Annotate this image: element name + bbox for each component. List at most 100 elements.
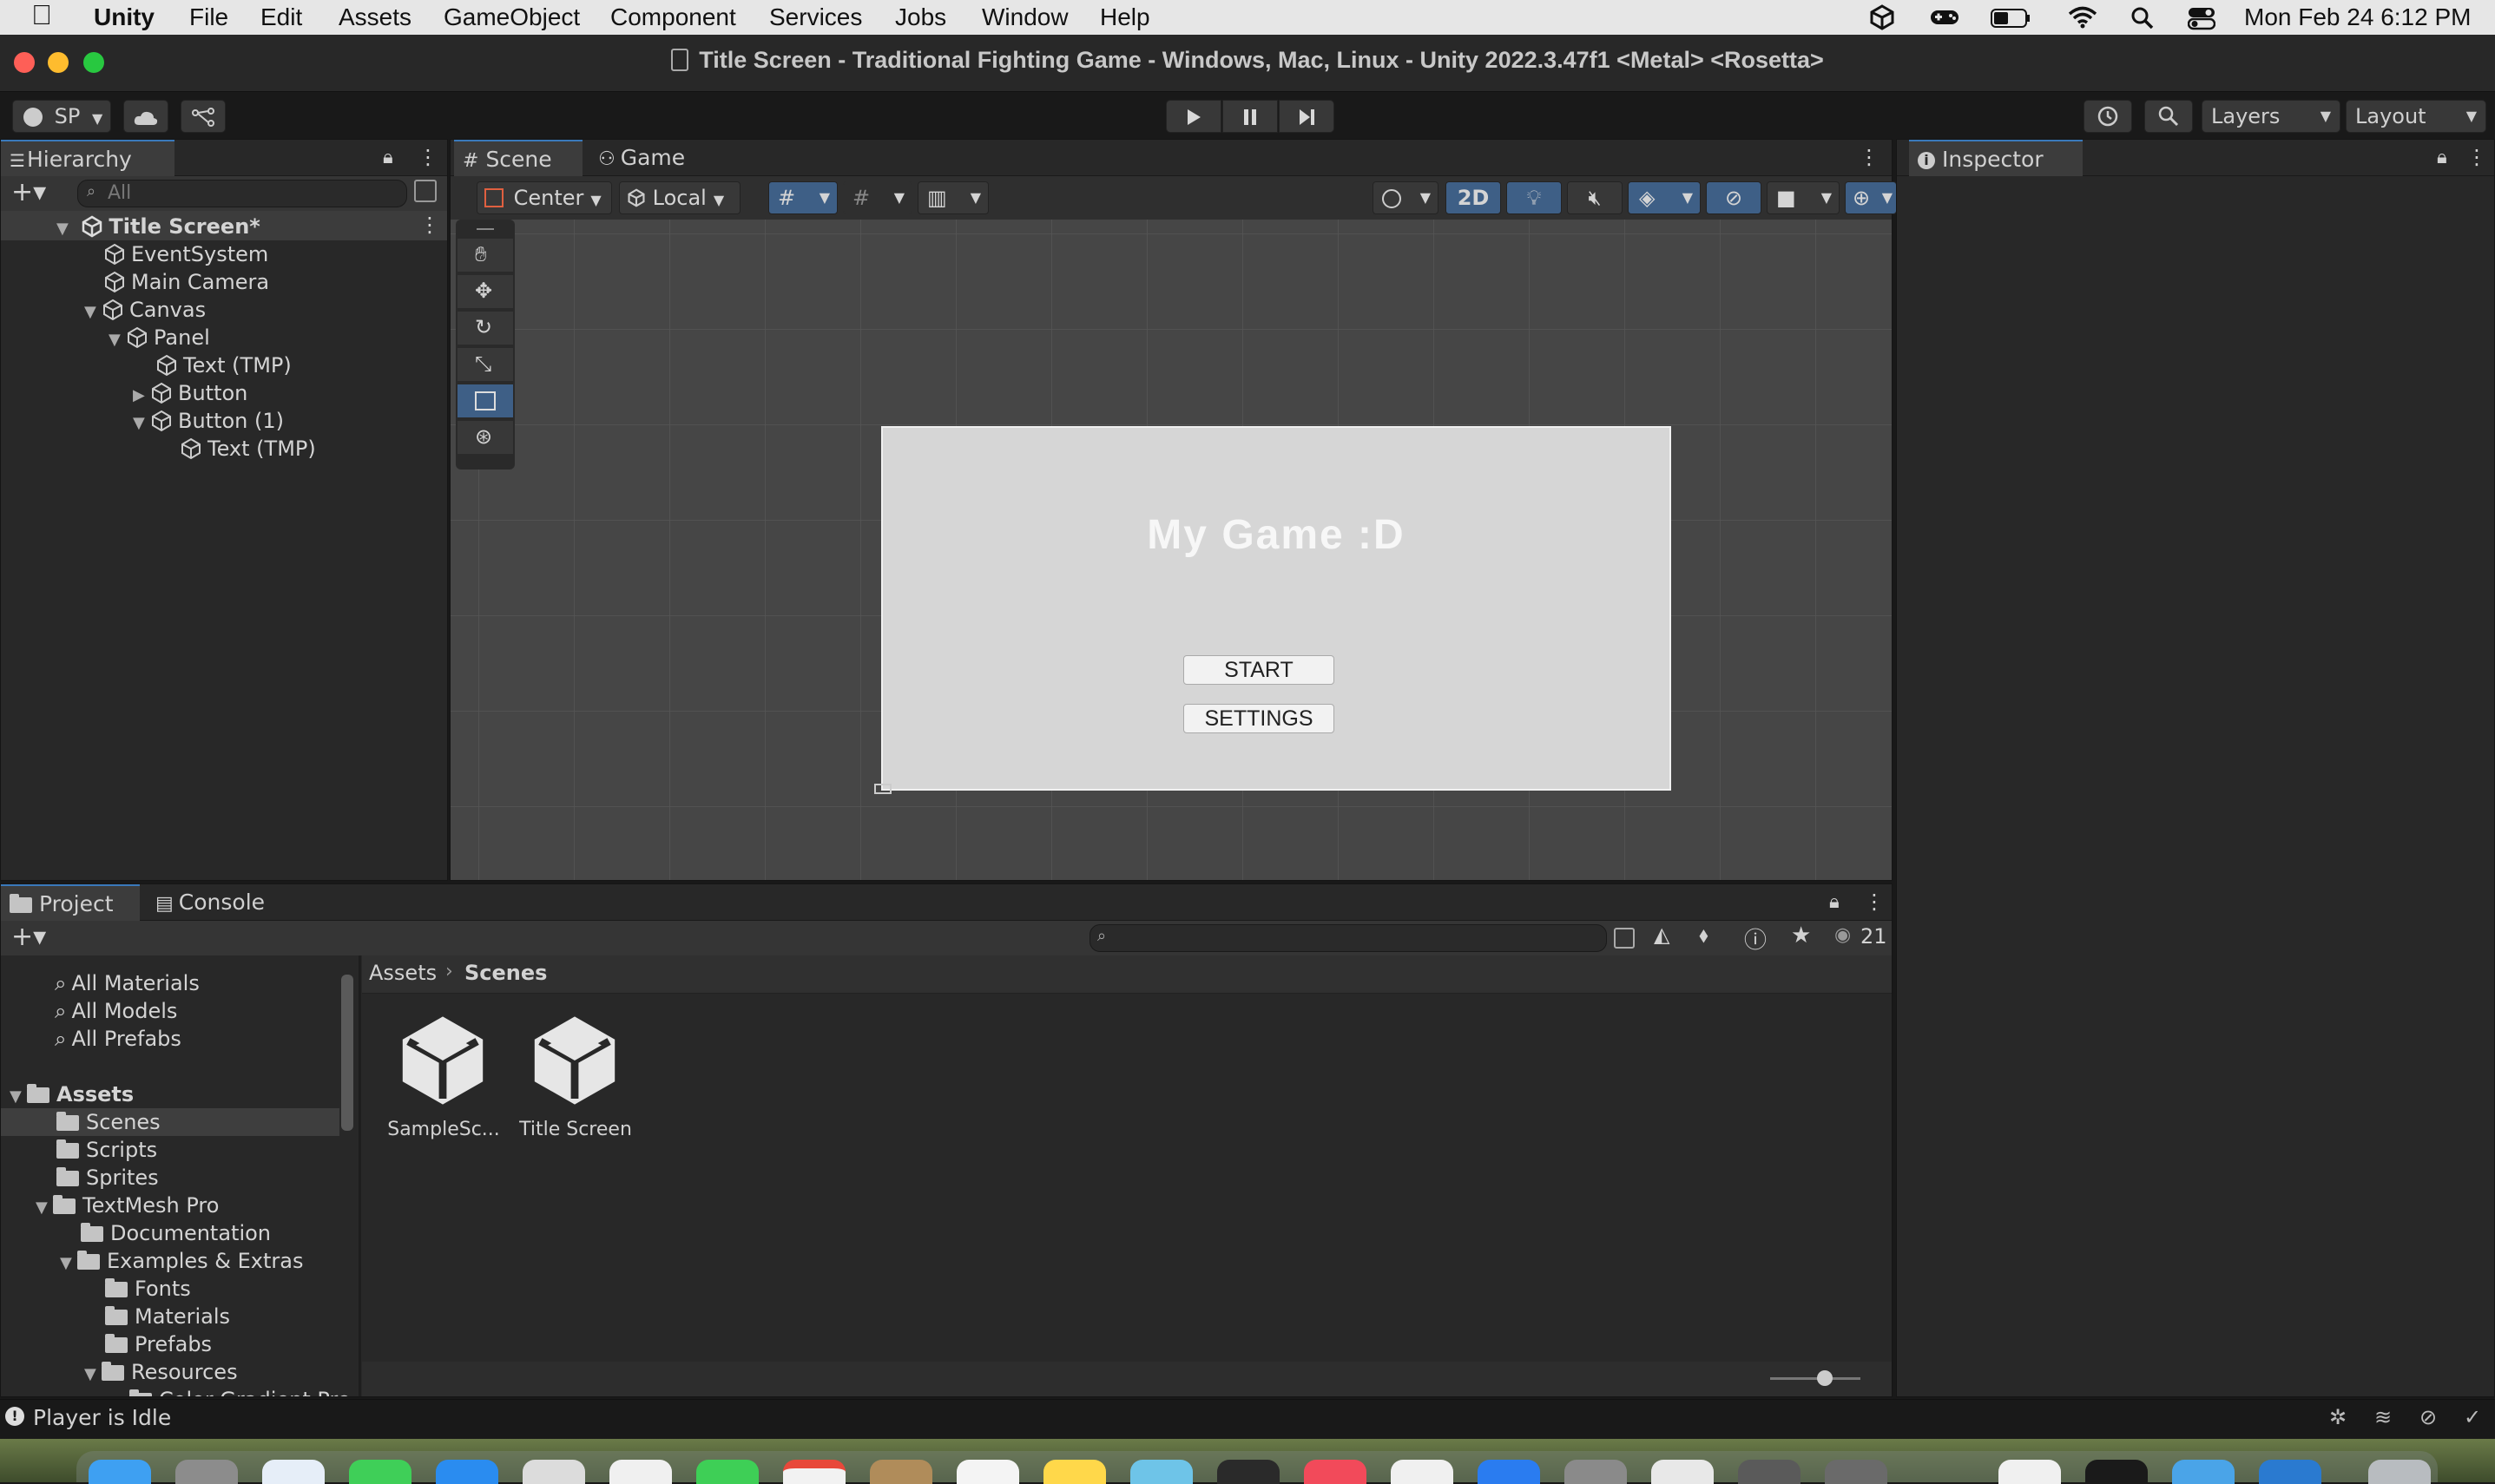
system-settings-icon[interactable] xyxy=(1564,1460,1627,1484)
effects-dropdown[interactable]: ◈ ▼ xyxy=(1628,181,1701,214)
tree-documentation[interactable]: Documentation xyxy=(81,1219,271,1247)
hierarchy-search-input[interactable]: ⌕ All xyxy=(77,180,407,207)
spotlight-search-icon[interactable] xyxy=(2130,6,2155,30)
hierarchy-item-button[interactable]: ▶ Button xyxy=(133,379,247,407)
menu-services[interactable]: Services xyxy=(769,3,862,32)
breadcrumb-scenes[interactable]: Scenes xyxy=(464,961,547,985)
menu-edit[interactable]: Edit xyxy=(260,3,302,32)
search-window-icon[interactable] xyxy=(1614,928,1635,949)
project-search-input[interactable]: ⌕ xyxy=(1090,924,1607,952)
hierarchy-scene-title[interactable]: ▼ Title Screen* xyxy=(56,213,260,240)
tree-textmesh-pro[interactable]: ▼ TextMesh Pro xyxy=(36,1192,219,1219)
rect-tool[interactable] xyxy=(458,384,513,417)
menu-gameobject[interactable]: GameObject xyxy=(444,3,580,32)
more-options-icon[interactable]: ⋮ xyxy=(1864,890,1885,914)
tree-resources[interactable]: ▼ Resources xyxy=(84,1358,238,1386)
photos-icon[interactable] xyxy=(609,1460,672,1484)
scene-options-icon[interactable]: ⋮ xyxy=(419,213,440,237)
freeform-icon[interactable] xyxy=(1130,1460,1193,1484)
label-icon[interactable]: ⬧ xyxy=(1699,923,1708,947)
vscode-icon[interactable] xyxy=(2259,1460,2321,1484)
game-title-text[interactable]: My Game :D xyxy=(883,511,1669,559)
hidden-packages-icon[interactable]: ◉ xyxy=(1834,924,1851,946)
tree-examples-extras[interactable]: ▼ Examples & Extras xyxy=(60,1247,303,1275)
expand-arrow-icon[interactable]: ▼ xyxy=(10,1083,27,1111)
mail-icon[interactable] xyxy=(436,1460,498,1484)
finder-icon[interactable] xyxy=(89,1460,151,1484)
pivot-dropdown[interactable]: Center ▼ xyxy=(477,181,612,214)
grid-snap-toggle[interactable]: # ▼ xyxy=(768,181,838,214)
finder-folder-icon[interactable] xyxy=(2172,1460,2235,1484)
tree-color-gradient-presets[interactable]: Color Gradient Pre xyxy=(129,1386,351,1396)
check-icon[interactable]: ✓ xyxy=(2464,1405,2481,1429)
add-icon[interactable]: +▾ xyxy=(11,176,46,209)
transform-tool[interactable]: ⊛ xyxy=(458,421,513,454)
tab-hierarchy[interactable]: ☰Hierarchy xyxy=(1,140,174,176)
move-tool[interactable]: ✥ xyxy=(458,275,513,308)
increment-snap-toggle[interactable]: ▥ ▼ xyxy=(918,181,989,214)
apple-icon[interactable]:  xyxy=(31,0,52,30)
hand-tool[interactable]: ✋︎ xyxy=(458,239,513,272)
tree-scenes[interactable]: Scenes xyxy=(56,1108,161,1136)
expand-arrow-icon[interactable]: ▼ xyxy=(84,299,102,326)
rotate-tool[interactable]: ↻ xyxy=(458,312,513,345)
add-icon[interactable]: +▾ xyxy=(11,921,46,954)
music-icon[interactable] xyxy=(1304,1460,1366,1484)
settings-button[interactable]: SETTINGS xyxy=(1183,704,1334,733)
draw-mode-dropdown[interactable]: ▼ xyxy=(1373,181,1438,214)
step-button[interactable] xyxy=(1279,100,1334,133)
close-window-button[interactable] xyxy=(14,52,35,73)
hierarchy-item-main-camera[interactable]: Main Camera xyxy=(103,268,269,296)
tab-game[interactable]: ⚇ Game xyxy=(589,140,702,176)
asset-title-screen[interactable]: Title Screen xyxy=(515,1013,636,1160)
tree-divider[interactable] xyxy=(359,955,361,1396)
expand-arrow-icon[interactable]: ▼ xyxy=(109,326,126,354)
calendar-icon[interactable] xyxy=(783,1460,846,1484)
menu-component[interactable]: Component xyxy=(610,3,736,32)
safari-icon[interactable] xyxy=(262,1460,325,1484)
favorite-star-icon[interactable]: ★ xyxy=(1791,923,1811,949)
menubar-clock[interactable]: Mon Feb 24 6:12 PM xyxy=(2244,3,2471,32)
maps-icon[interactable] xyxy=(523,1460,585,1484)
tree-prefabs[interactable]: Prefabs xyxy=(105,1330,212,1358)
rect-anchor-handle[interactable] xyxy=(874,784,892,794)
expand-arrow-icon[interactable]: ▼ xyxy=(60,1250,77,1277)
more-options-icon[interactable]: ⋮ xyxy=(2466,145,2487,169)
tree-sprites[interactable]: Sprites xyxy=(56,1164,159,1192)
expand-arrow-icon[interactable]: ▼ xyxy=(84,1361,102,1389)
battery-icon[interactable] xyxy=(1991,9,2031,28)
hierarchy-item-text-tmp[interactable]: Text (TMP) xyxy=(155,351,292,379)
gamepad-icon[interactable] xyxy=(1929,7,1960,28)
menu-file[interactable]: File xyxy=(189,3,228,32)
launchpad-icon[interactable] xyxy=(175,1460,238,1484)
tab-console[interactable]: ▤ Console xyxy=(147,884,277,921)
lock-icon[interactable]: 🔒︎ xyxy=(1829,891,1840,913)
notes-icon[interactable] xyxy=(1043,1460,1106,1484)
cloud-button[interactable] xyxy=(123,100,168,133)
reminders-icon[interactable] xyxy=(957,1460,1019,1484)
menu-assets[interactable]: Assets xyxy=(339,3,411,32)
favorite-all-prefabs[interactable]: ⌕ All Prefabs xyxy=(55,1025,181,1053)
app-store-icon[interactable] xyxy=(1478,1460,1540,1484)
scene-search-icon[interactable] xyxy=(414,180,437,202)
unity-status-icon[interactable] xyxy=(1869,4,1895,30)
tree-scrollbar-thumb[interactable] xyxy=(341,975,353,1131)
icon-size-slider-track[interactable] xyxy=(1770,1377,1860,1380)
2d-toggle[interactable]: 2D xyxy=(1445,181,1501,214)
lock-icon[interactable]: 🔒︎ xyxy=(2437,147,2447,168)
search-button[interactable] xyxy=(2144,100,2193,133)
filter-type-icon[interactable]: ◭ xyxy=(1654,923,1669,947)
chrome-icon[interactable] xyxy=(1998,1460,2061,1484)
menu-window[interactable]: Window xyxy=(982,3,1069,32)
minimize-window-button[interactable] xyxy=(48,52,69,73)
hierarchy-item-eventsystem[interactable]: EventSystem xyxy=(103,240,268,268)
expand-arrow-icon[interactable]: ▼ xyxy=(133,410,150,437)
messages-icon[interactable] xyxy=(349,1460,411,1484)
status-text[interactable]: Player is Idle xyxy=(33,1405,171,1430)
tree-assets[interactable]: ▼ Assets xyxy=(10,1080,134,1108)
unity-editor-icon[interactable] xyxy=(1825,1460,1887,1484)
layers-dropdown[interactable]: Layers ▼ xyxy=(2202,100,2340,133)
audio-toggle[interactable]: 🔇︎ xyxy=(1567,181,1623,214)
lock-icon[interactable]: 🔒︎ xyxy=(383,147,393,168)
space-dropdown[interactable]: Local ▼ xyxy=(619,181,741,214)
